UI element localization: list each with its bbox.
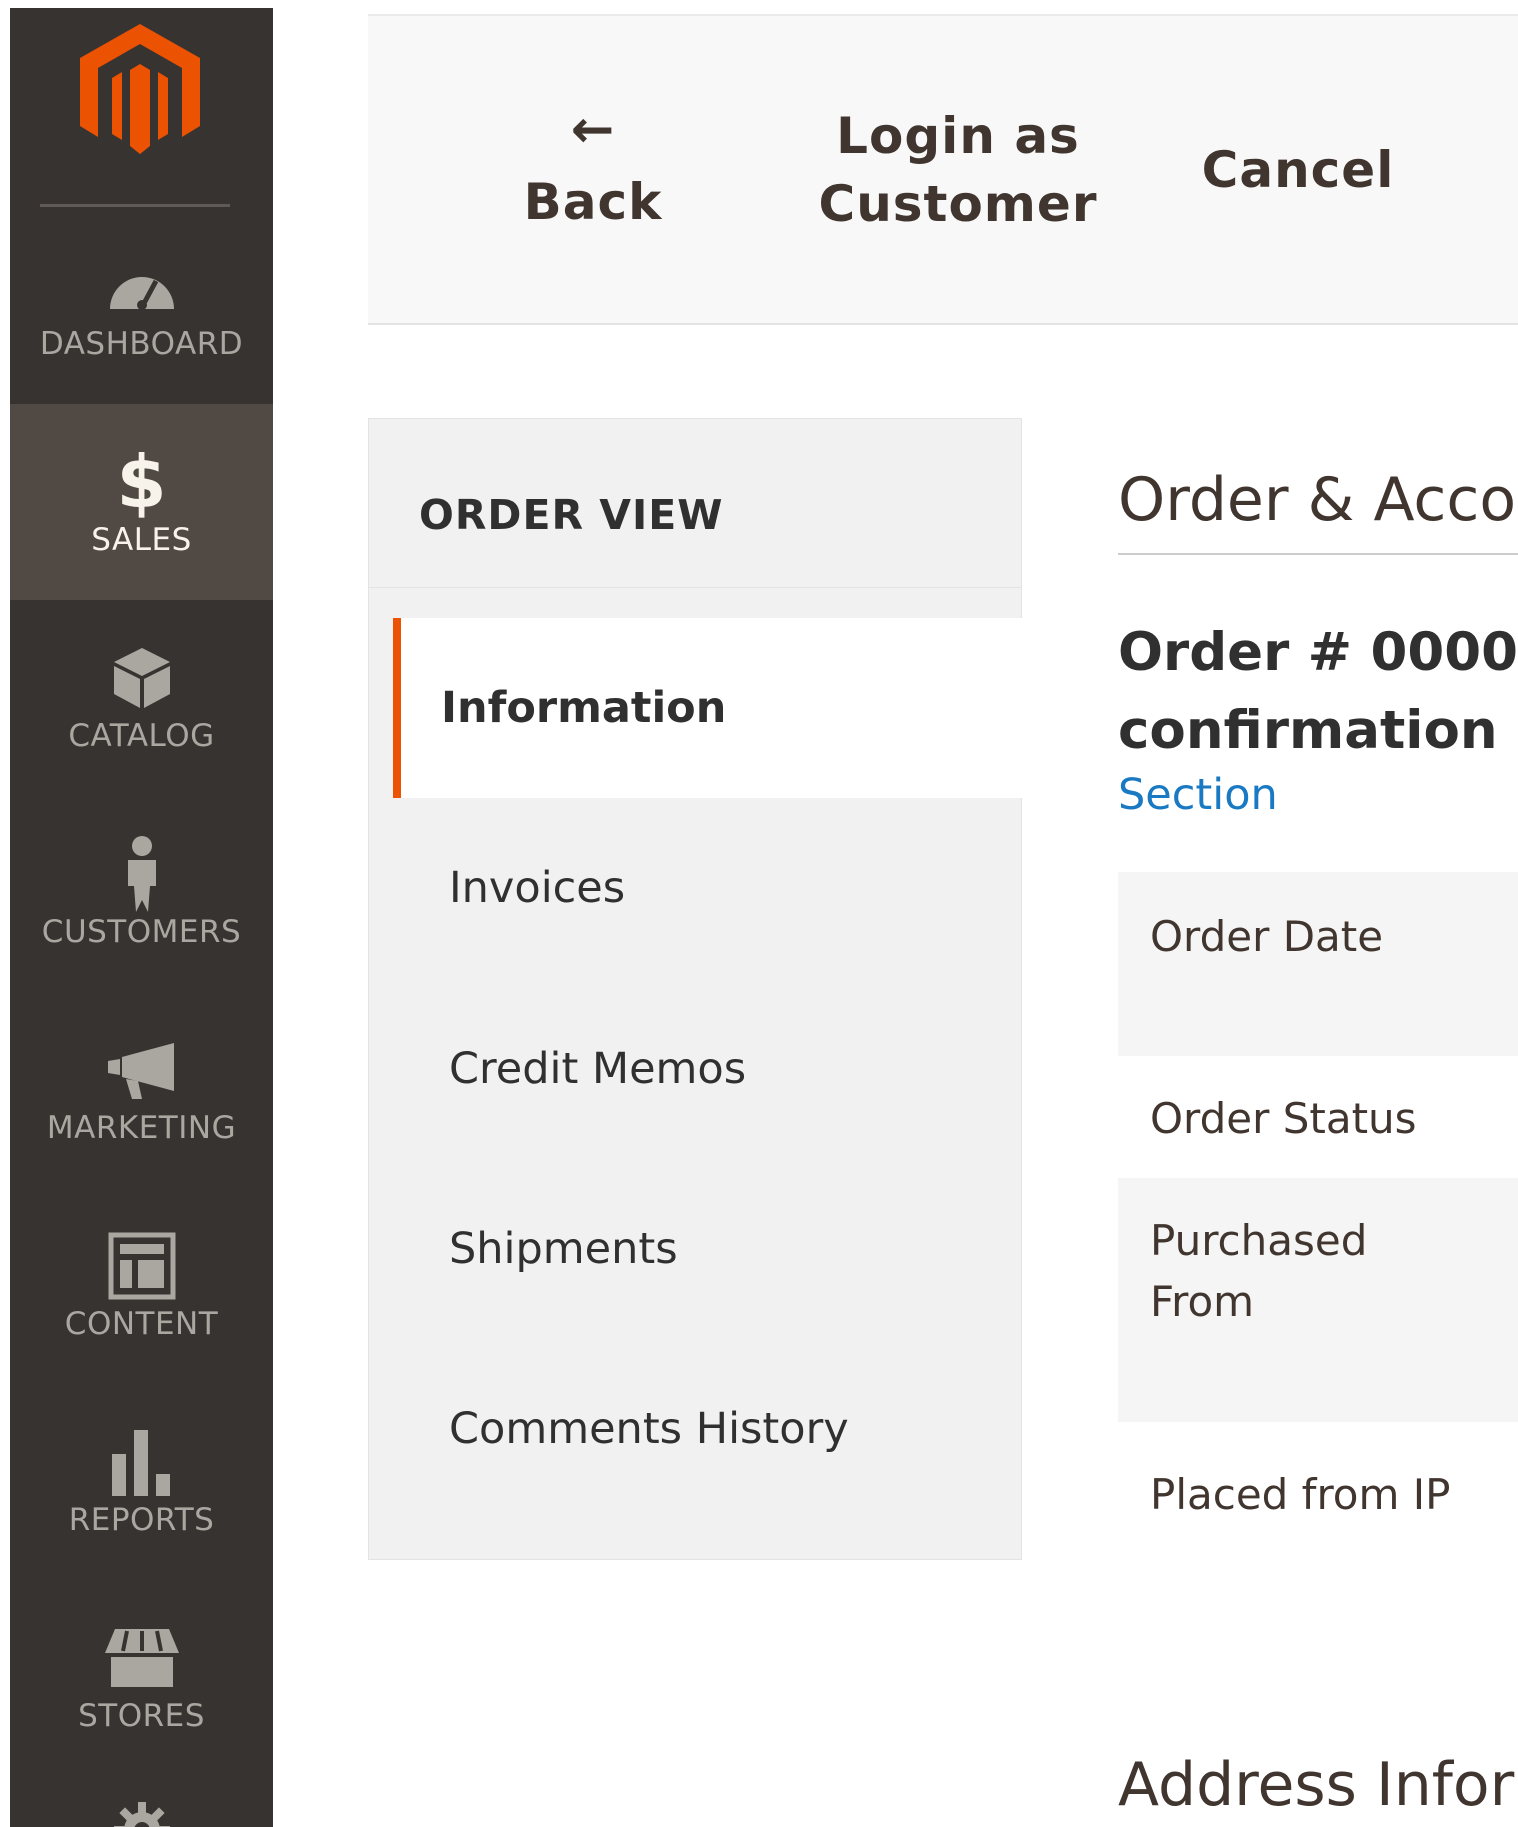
arrow-left-icon: ← xyxy=(570,99,616,160)
sidebar-item-label: REPORTS xyxy=(68,1502,215,1538)
sidebar-item-catalog[interactable]: CATALOG xyxy=(10,600,273,796)
info-label: Order Status xyxy=(1150,1094,1417,1143)
address-section-title: Address Infor xyxy=(1118,1750,1515,1820)
sidebar-item-stores[interactable]: STORES xyxy=(10,1580,273,1776)
sidebar-item-marketing[interactable]: MARKETING xyxy=(10,992,273,1188)
login-as-customer-label-line2: Customer xyxy=(818,174,1098,233)
sidebar-item-label: CUSTOMERS xyxy=(41,914,242,950)
tab-label: Credit Memos xyxy=(449,1044,747,1094)
tab-comments-history[interactable]: Comments History xyxy=(393,1339,1023,1519)
section-link[interactable]: Section xyxy=(1118,770,1278,820)
info-label: Placed from IP xyxy=(1150,1470,1451,1519)
info-label: Purchased From xyxy=(1150,1210,1367,1332)
order-heading-line1: Order # 00000( xyxy=(1118,622,1518,683)
login-as-customer-label-line1: Login as xyxy=(836,106,1080,165)
info-row-purchased-from: Purchased From xyxy=(1118,1178,1518,1422)
tab-information[interactable]: Information xyxy=(393,618,1023,798)
sidebar-item-reports[interactable]: REPORTS xyxy=(10,1384,273,1580)
tab-credit-memos[interactable]: Credit Memos xyxy=(393,979,1023,1159)
order-heading-line2: confirmation e xyxy=(1118,700,1518,761)
page-actions-toolbar: ← Back Login as Customer Cancel xyxy=(368,14,1518,325)
logo-divider xyxy=(40,204,230,207)
tab-label: Comments History xyxy=(449,1404,849,1454)
info-row-placed-from-ip: Placed from IP xyxy=(1118,1422,1518,1544)
divider xyxy=(1118,553,1518,555)
admin-sidebar: DASHBOARD $ SALES CATALOG CUSTOMERS MARK… xyxy=(10,8,273,1827)
tab-shipments[interactable]: Shipments xyxy=(393,1159,1023,1339)
gear-icon[interactable] xyxy=(114,1802,170,1827)
sidebar-item-customers[interactable]: CUSTOMERS xyxy=(10,796,273,992)
cancel-button[interactable]: Cancel xyxy=(1198,16,1398,323)
sidebar-item-label: STORES xyxy=(78,1698,205,1734)
bar-chart-icon xyxy=(10,1422,273,1502)
info-label-line1: Purchased xyxy=(1150,1216,1368,1265)
sidebar-item-dashboard[interactable]: DASHBOARD xyxy=(10,208,273,404)
back-button[interactable]: ← Back xyxy=(498,16,688,323)
sidebar-item-content[interactable]: CONTENT xyxy=(10,1188,273,1384)
info-label-line2: From xyxy=(1150,1277,1255,1326)
info-row-order-date: Order Date xyxy=(1118,872,1518,1056)
tab-label: Information xyxy=(441,683,727,733)
magento-logo[interactable] xyxy=(10,8,273,204)
login-as-customer-button[interactable]: Login as Customer xyxy=(808,16,1108,323)
tab-label: Shipments xyxy=(449,1224,678,1274)
tab-label: Invoices xyxy=(449,863,626,913)
sidebar-item-label: SALES xyxy=(91,522,192,558)
sidebar-item-sales[interactable]: $ SALES xyxy=(10,404,273,600)
tabs-title: ORDER VIEW xyxy=(419,491,724,539)
info-row-order-status: Order Status xyxy=(1118,1056,1518,1178)
sidebar-item-label: DASHBOARD xyxy=(39,326,244,362)
dashboard-gauge-icon xyxy=(10,246,273,326)
person-icon xyxy=(10,834,273,914)
back-button-label: Back xyxy=(523,172,663,231)
sidebar-item-label: CONTENT xyxy=(64,1306,219,1342)
sidebar-item-label: CATALOG xyxy=(68,718,215,754)
box-icon xyxy=(10,638,273,718)
storefront-icon xyxy=(10,1618,273,1698)
order-view-tabs: ORDER VIEW Information Invoices Credit M… xyxy=(368,418,1023,1560)
order-heading: Order # 00000( confirmation e xyxy=(1118,614,1518,770)
section-title: Order & Accou xyxy=(1118,465,1518,535)
sidebar-item-label: MARKETING xyxy=(46,1110,237,1146)
megaphone-icon xyxy=(10,1030,273,1110)
dollar-icon: $ xyxy=(116,440,167,524)
cancel-button-label: Cancel xyxy=(1201,140,1395,199)
divider xyxy=(369,587,1021,588)
tab-invoices[interactable]: Invoices xyxy=(393,798,1023,978)
magento-logo-icon xyxy=(80,24,200,154)
info-label: Order Date xyxy=(1150,912,1384,961)
layout-icon xyxy=(10,1226,273,1306)
